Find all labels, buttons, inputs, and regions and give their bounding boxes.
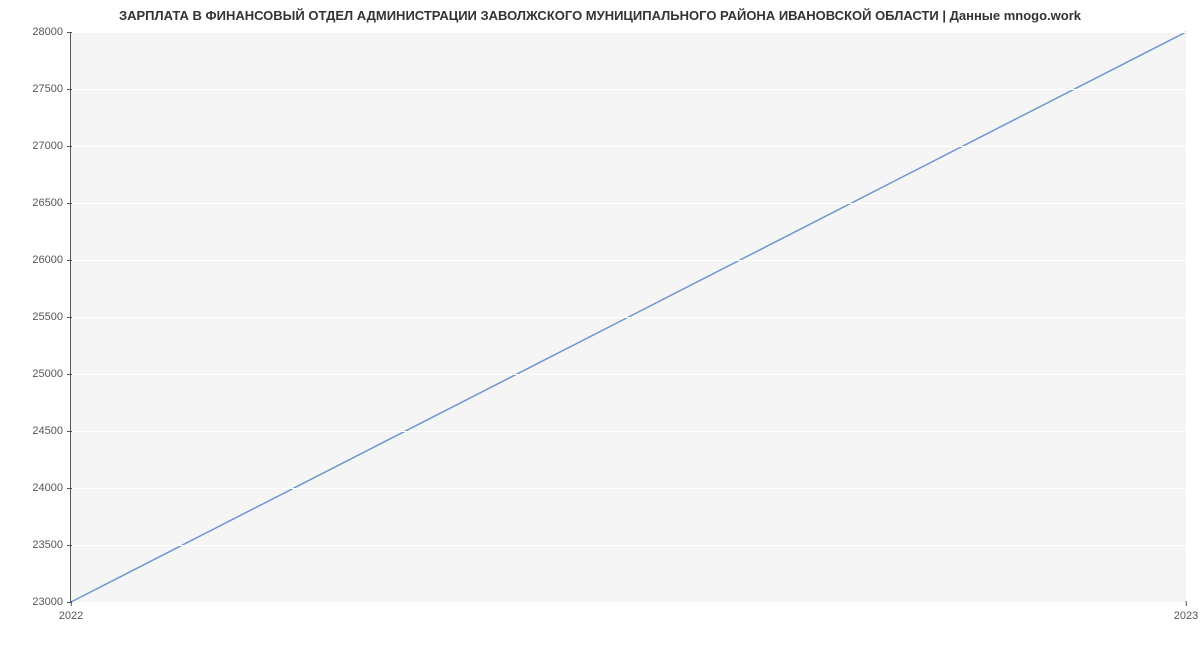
grid-line <box>71 260 1186 261</box>
chart-title: ЗАРПЛАТА В ФИНАНСОВЫЙ ОТДЕЛ АДМИНИСТРАЦИ… <box>0 8 1200 23</box>
y-tick-label: 26500 <box>32 197 71 209</box>
y-tick-label: 23500 <box>32 539 71 551</box>
plot-area: 2300023500240002450025000255002600026500… <box>70 32 1186 603</box>
y-tick-label: 25500 <box>32 311 71 323</box>
grid-line <box>71 488 1186 489</box>
y-tick-label: 27500 <box>32 83 71 95</box>
x-tick-label: 2022 <box>59 602 83 622</box>
y-tick-label: 28000 <box>32 26 71 38</box>
y-tick-label: 26000 <box>32 254 71 266</box>
grid-line <box>71 203 1186 204</box>
y-tick-label: 24000 <box>32 482 71 494</box>
x-tick-label: 2023 <box>1174 602 1198 622</box>
y-tick-label: 25000 <box>32 368 71 380</box>
chart-container: ЗАРПЛАТА В ФИНАНСОВЫЙ ОТДЕЛ АДМИНИСТРАЦИ… <box>0 0 1200 650</box>
grid-line <box>71 89 1186 90</box>
grid-line <box>71 317 1186 318</box>
grid-line <box>71 32 1186 33</box>
grid-line <box>71 431 1186 432</box>
grid-line <box>71 146 1186 147</box>
y-tick-label: 24500 <box>32 425 71 437</box>
grid-line <box>71 602 1186 603</box>
grid-line <box>71 545 1186 546</box>
grid-line <box>71 374 1186 375</box>
y-tick-label: 27000 <box>32 140 71 152</box>
